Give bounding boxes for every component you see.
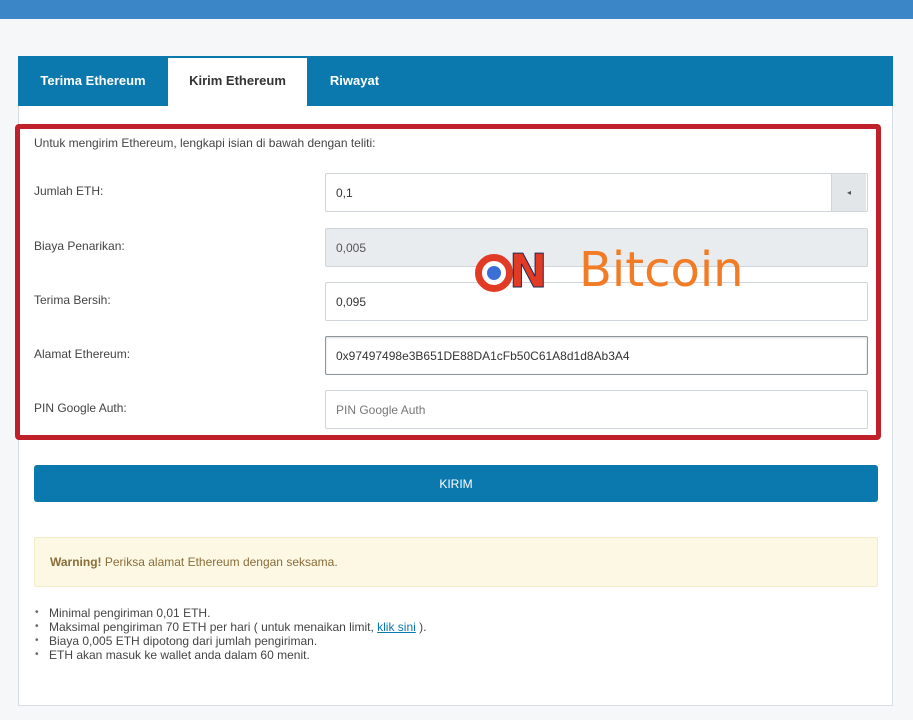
list-item: Minimal pengiriman 0,01 ETH. [34, 606, 426, 620]
watermark-n: N [509, 244, 548, 299]
watermark-o-icon [475, 254, 513, 292]
pin-label: PIN Google Auth: [34, 401, 127, 415]
onbitcoin-watermark: N Bitcoin [475, 242, 755, 308]
note-time: ETH akan masuk ke wallet anda dalam 60 m… [49, 648, 310, 662]
net-label: Terima Bersih: [34, 293, 111, 307]
amount-input[interactable] [325, 173, 868, 212]
note-min: Minimal pengiriman 0,01 ETH. [49, 606, 211, 620]
warning-alert: Warning! Periksa alamat Ethereum dengan … [34, 537, 878, 587]
pin-input[interactable] [325, 390, 868, 429]
note-fee: Biaya 0,005 ETH dipotong dari jumlah pen… [49, 634, 318, 648]
kirim-button[interactable]: KIRIM [34, 465, 878, 502]
tab-bar: Terima Ethereum Kirim Ethereum Riwayat [18, 56, 893, 107]
address-label: Alamat Ethereum: [34, 347, 131, 361]
list-item: Biaya 0,005 ETH dipotong dari jumlah pen… [34, 634, 426, 648]
tab-kirim-ethereum[interactable]: Kirim Ethereum [168, 56, 307, 107]
klik-sini-link[interactable]: klik sini [377, 620, 416, 634]
spinner-arrow-icon[interactable]: ◂ [831, 174, 866, 211]
watermark-bitcoin: Bitcoin [579, 242, 744, 298]
warning-text: Periksa alamat Ethereum dengan seksama. [101, 555, 338, 569]
tab-riwayat[interactable]: Riwayat [307, 56, 402, 106]
amount-label: Jumlah ETH: [34, 184, 104, 198]
top-bar [0, 0, 913, 19]
send-ethereum-panel: Terima Ethereum Kirim Ethereum Riwayat U… [15, 56, 893, 706]
fee-label: Biaya Penarikan: [34, 239, 125, 253]
warning-strong: Warning! [50, 555, 102, 569]
note-max-pre: Maksimal pengiriman 70 ETH per hari ( un… [49, 620, 378, 634]
tab-terima-ethereum[interactable]: Terima Ethereum [18, 56, 168, 106]
list-item: Maksimal pengiriman 70 ETH per hari ( un… [34, 620, 426, 634]
notes-list: Minimal pengiriman 0,01 ETH. Maksimal pe… [34, 606, 426, 662]
note-max-post: ). [415, 620, 427, 634]
list-item: ETH akan masuk ke wallet anda dalam 60 m… [34, 648, 426, 662]
intro-text: Untuk mengirim Ethereum, lengkapi isian … [34, 136, 376, 150]
address-input[interactable] [325, 336, 868, 375]
